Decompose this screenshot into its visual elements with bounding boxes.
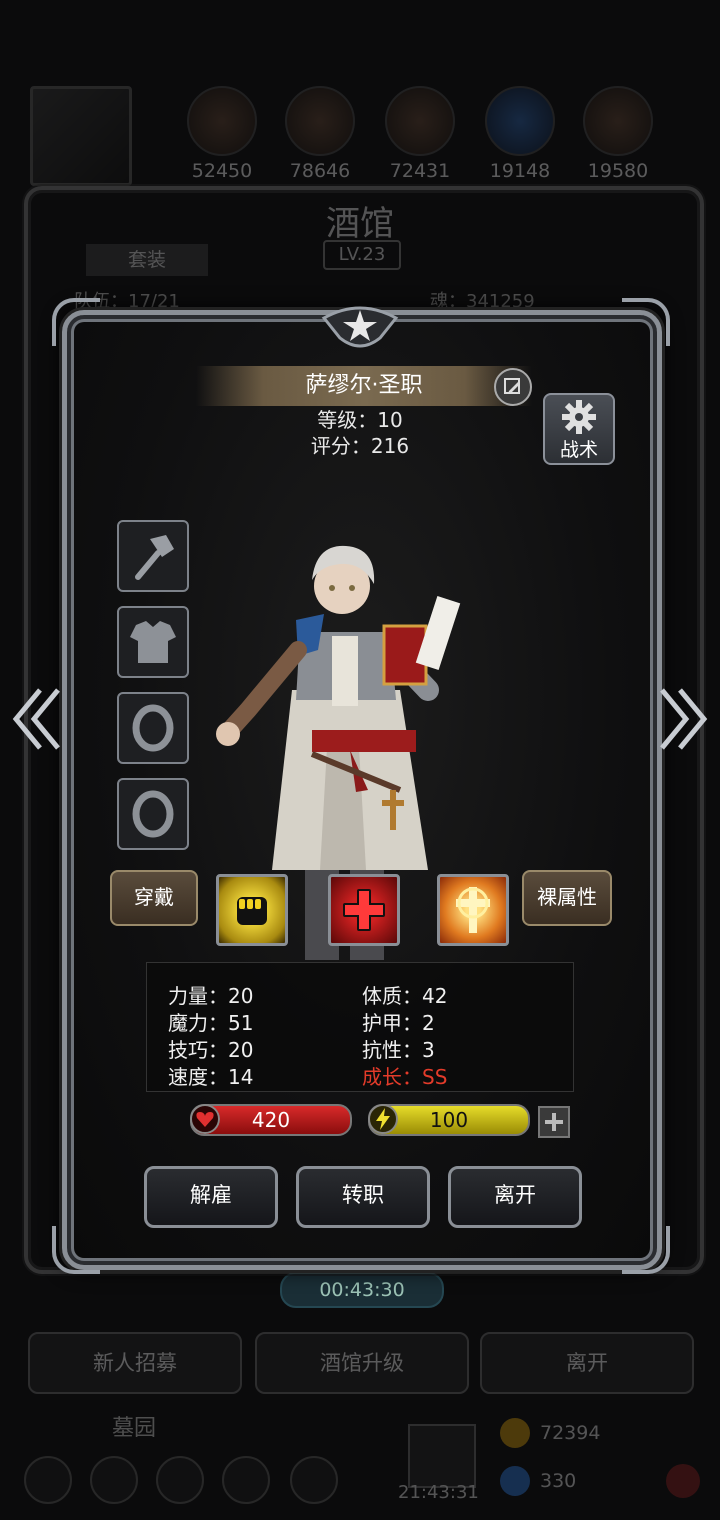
pencil-icon bbox=[504, 378, 520, 394]
gold-count: 72394 bbox=[540, 1422, 601, 1444]
fist-skill-icon bbox=[237, 897, 267, 925]
holy-light-skill-icon bbox=[456, 887, 490, 933]
leave-button[interactable]: 离开 bbox=[448, 1166, 582, 1228]
resource-1: 52450 bbox=[184, 86, 260, 182]
menu-icon-2 bbox=[90, 1456, 138, 1504]
tactics-label: 战术 bbox=[559, 439, 598, 461]
star-emblem-icon bbox=[321, 306, 399, 348]
leave-tavern-button: 离开 bbox=[480, 1332, 694, 1394]
resource-5: 19580 bbox=[580, 86, 656, 182]
upgrade-tavern-button: 酒馆升级 bbox=[255, 1332, 469, 1394]
add-icon bbox=[666, 1464, 700, 1498]
weapon-slot[interactable] bbox=[117, 520, 189, 592]
previous-hero-arrow-icon[interactable] bbox=[10, 684, 62, 754]
stat-armor: 护甲：2 bbox=[362, 1011, 435, 1035]
stat-resist: 抗性：3 bbox=[362, 1038, 435, 1062]
frame-corner bbox=[52, 1226, 100, 1274]
ring-slot-2[interactable] bbox=[117, 778, 189, 850]
tactics-button[interactable]: 战术 bbox=[543, 393, 615, 465]
stat-growth: 成长：SS bbox=[362, 1065, 448, 1089]
frame-corner bbox=[622, 1226, 670, 1274]
plus-icon bbox=[545, 1113, 563, 1131]
bare-attributes-button[interactable]: 裸属性 bbox=[522, 870, 612, 926]
edit-name-button[interactable] bbox=[494, 368, 532, 406]
resource-3: 72431 bbox=[382, 86, 458, 182]
lightning-icon bbox=[368, 1104, 398, 1134]
heart-icon bbox=[190, 1104, 220, 1134]
armor-slot[interactable] bbox=[117, 606, 189, 678]
graveyard-label: 墓园 bbox=[112, 1416, 157, 1441]
hammer-icon bbox=[135, 535, 174, 580]
recruit-timer: 00:43:30 bbox=[280, 1272, 444, 1308]
gem-count: 330 bbox=[540, 1470, 577, 1492]
stat-strength: 力量：20 bbox=[168, 984, 254, 1008]
player-portrait bbox=[30, 86, 132, 186]
add-energy-button[interactable] bbox=[538, 1106, 570, 1138]
menu-icon-3 bbox=[156, 1456, 204, 1504]
heal-cross-skill-icon bbox=[343, 889, 385, 931]
skill-holy[interactable] bbox=[437, 874, 509, 946]
stat-constitution: 体质：42 bbox=[362, 984, 448, 1008]
ring-slot-1[interactable] bbox=[117, 692, 189, 764]
ring-icon bbox=[132, 704, 174, 752]
frame-corner bbox=[622, 298, 670, 346]
armor-icon bbox=[130, 621, 176, 663]
skill-heal[interactable] bbox=[328, 874, 400, 946]
menu-icon-5 bbox=[290, 1456, 338, 1504]
stat-skill: 技巧：20 bbox=[168, 1038, 254, 1062]
chest-icon bbox=[408, 1424, 476, 1488]
resource-4: 19148 bbox=[482, 86, 558, 182]
chest-timer: 21:43:31 bbox=[398, 1482, 479, 1503]
skill-fist[interactable] bbox=[216, 874, 288, 946]
next-hero-arrow-icon[interactable] bbox=[658, 684, 710, 754]
stat-speed: 速度：14 bbox=[168, 1065, 254, 1089]
menu-icon-4 bbox=[222, 1456, 270, 1504]
menu-icon-1 bbox=[24, 1456, 72, 1504]
change-class-button[interactable]: 转职 bbox=[296, 1166, 430, 1228]
resource-2: 78646 bbox=[282, 86, 358, 182]
gold-icon bbox=[500, 1418, 530, 1448]
dismiss-button[interactable]: 解雇 bbox=[144, 1166, 278, 1228]
gem-icon bbox=[500, 1466, 530, 1496]
recruit-button: 新人招募 bbox=[28, 1332, 242, 1394]
ring-icon bbox=[132, 790, 174, 838]
frame-corner bbox=[52, 298, 100, 346]
gear-icon bbox=[562, 400, 596, 434]
equip-button[interactable]: 穿戴 bbox=[110, 870, 198, 926]
stat-magic: 魔力：51 bbox=[168, 1011, 254, 1035]
hero-name: 萨缪尔·圣职 bbox=[305, 373, 423, 398]
